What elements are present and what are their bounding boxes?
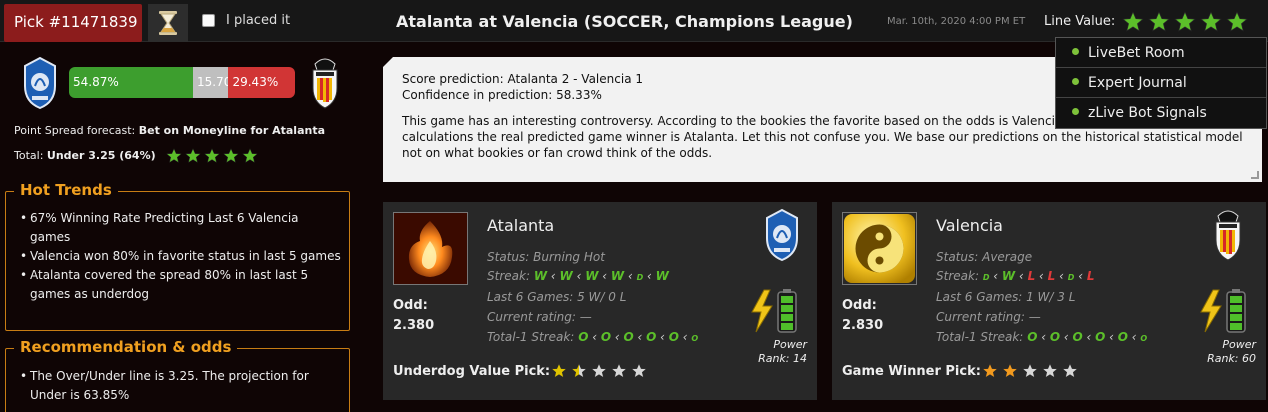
team-total-streak: Total-1 Streak: O ‹ O ‹ O ‹ O ‹ O ‹ O [936,330,1148,344]
menu-bullet-icon [1072,48,1079,55]
pick-label: Underdog Value Pick: [393,364,551,379]
total-value: Under 3.25 (64%) [46,149,156,162]
star-empty-icon [1062,363,1078,378]
star-filled-icon [551,363,567,378]
pick-id-badge: Pick #11471839 [4,4,142,42]
recommendation-panel: Recommendation & odds The Over/Under lin… [5,338,350,412]
away-win-probability: 29.43% [228,67,295,98]
dropdown-menu: LiveBet Room Expert Journal zLive Bot Sign… [1055,37,1267,129]
menu-item-livebet-room[interactable]: LiveBet Room [1056,38,1266,68]
team-status: Status: Burning Hot [487,250,605,264]
pick-stars [551,363,647,379]
team-streak: Streak: W ‹ W ‹ W ‹ W ‹ D ‹ W [487,269,669,283]
probability-bar: 54.87% 15.70% 29.43% [69,67,295,98]
power-battery-icon [1200,289,1246,333]
game-title: Atalanta at Valencia (SOCCER, Champions … [396,12,853,31]
team-status-icon-frame [393,212,468,285]
star-filled-icon [166,148,182,163]
star-filled-icon [223,148,239,163]
placed-label: I placed it [226,13,291,28]
placed-checkbox[interactable] [202,14,215,27]
home-win-probability: 54.87% [69,67,193,98]
star-filled-icon [1226,11,1248,32]
pick-stars [982,363,1078,379]
recommendation-title: Recommendation & odds [14,338,238,356]
star-filled-icon [1200,11,1222,32]
total-stars [166,148,258,164]
hot-trends-panel: Hot Trends 67% Winning Rate Predicting L… [5,181,350,331]
atalanta-logo [766,208,798,262]
team-name: Atalanta [487,216,555,235]
recommendation-list: The Over/Under line is 3.25. The project… [20,367,342,405]
star-filled-icon [1174,11,1196,32]
point-spread-forecast: Point Spread forecast: Bet on Moneyline … [14,124,326,137]
star-filled-icon [1122,11,1144,32]
star-empty-icon [591,363,607,378]
line-value-stars [1122,11,1248,33]
pick-label: Game Winner Pick: [842,364,981,379]
power-rank: Power Rank: 14 [758,338,807,365]
hot-trends-list: 67% Winning Rate Predicting Last 6 Valen… [20,209,342,304]
game-date: Mar. 10th, 2020 4:00 PM ET [887,16,1026,27]
yin-yang-icon [844,214,915,283]
odd-value: 2.830 [842,318,884,333]
power-battery-icon [751,289,797,333]
star-empty-icon [1022,363,1038,378]
list-item: Atalanta covered the spread 80% in last … [20,266,342,304]
list-item: Valencia won 80% in favorite status in l… [20,247,342,266]
team-rating: Current rating: — [936,310,1041,324]
star-empty-icon [631,363,647,378]
team-last-6: Last 6 Games: 5 W/ 0 L [487,290,627,304]
team-status: Status: Average [936,250,1033,264]
star-filled-icon [982,363,998,378]
point-spread-value: Bet on Moneyline for Atalanta [138,124,326,137]
team-last-6: Last 6 Games: 1 W/ 3 L [936,290,1076,304]
odd-label: Odd: [842,298,877,313]
star-half-icon [571,363,587,378]
header-bar: Pick #11471839 I placed it Atalanta at V… [0,0,1268,42]
team-total-streak: Total-1 Streak: O ‹ O ‹ O ‹ O ‹ O ‹ O [487,330,699,344]
hot-trends-title: Hot Trends [14,181,118,199]
total-forecast: Total: Under 3.25 (64%) [14,149,156,162]
star-empty-icon [611,363,627,378]
menu-item-expert-journal[interactable]: Expert Journal [1056,68,1266,98]
star-filled-icon [242,148,258,163]
team-status-icon-frame [842,212,917,285]
draw-probability: 15.70% [193,67,229,98]
menu-bullet-icon [1072,78,1079,85]
odd-value: 2.380 [393,318,435,333]
star-filled-icon [1148,11,1170,32]
odd-label: Odd: [393,298,428,313]
team-name: Valencia [936,216,1003,235]
hourglass-icon[interactable] [148,4,188,42]
valencia-logo [1215,210,1241,261]
atalanta-logo [24,56,56,110]
team-rating: Current rating: — [487,310,592,324]
fire-icon [394,213,467,284]
power-rank: Power Rank: 60 [1207,338,1256,365]
list-item: The Over/Under line is 3.25. The project… [20,367,342,405]
star-filled-icon [204,148,220,163]
star-filled-icon [1002,363,1018,378]
resize-grip[interactable] [1251,171,1259,179]
list-item: 67% Winning Rate Predicting Last 6 Valen… [20,209,342,247]
star-filled-icon [185,148,201,163]
team-streak: Streak: D ‹ W ‹ L ‹ L ‹ D ‹ L [936,269,1095,283]
team-card-atalanta: Atalanta Status: Burning Hot Streak: W ‹… [383,202,817,400]
line-value-label: Line Value: [1044,14,1116,29]
team-card-valencia: Valencia Status: Average Streak: D ‹ W ‹… [832,202,1266,400]
menu-item-zlive-bot-signals[interactable]: zLive Bot Signals [1056,98,1266,128]
valencia-logo [312,58,338,109]
menu-bullet-icon [1072,108,1079,115]
star-empty-icon [1042,363,1058,378]
